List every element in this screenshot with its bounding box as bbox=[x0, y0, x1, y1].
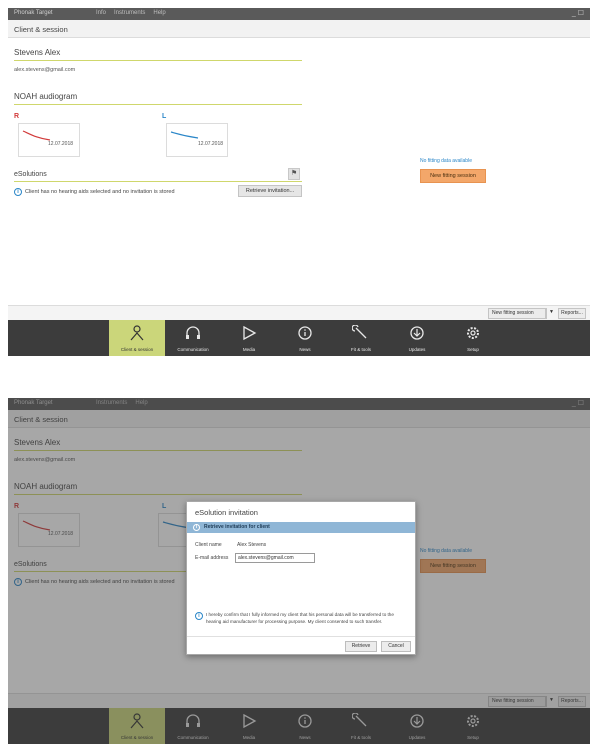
menu-bar: Info Instruments Help bbox=[96, 10, 166, 16]
headset-icon bbox=[186, 326, 200, 339]
left-audiogram-curve bbox=[170, 131, 199, 139]
right-audiogram-card[interactable] bbox=[18, 123, 80, 157]
esolutions-title: eSolutions bbox=[14, 171, 302, 182]
email-label: E-mail address bbox=[195, 555, 229, 561]
dialog-title: eSolution invitation bbox=[195, 508, 258, 517]
reports-button[interactable]: Reports... bbox=[558, 308, 586, 319]
page-title: Client & session bbox=[8, 20, 590, 38]
retrieve-invitation-button[interactable]: Retrieve invitation... bbox=[238, 185, 302, 197]
info-icon bbox=[298, 326, 312, 340]
menu-help[interactable]: Help bbox=[153, 10, 165, 16]
no-fitting-data-text: No fitting data available bbox=[420, 158, 472, 164]
client-name-label: Client name bbox=[195, 542, 222, 548]
screenshot-dialog: Phonak Target Instruments Help _ ☐ Clien… bbox=[8, 398, 590, 744]
download-icon bbox=[410, 326, 424, 340]
right-audiogram-date: 12.07.2018 bbox=[48, 141, 74, 147]
cancel-button[interactable]: Cancel bbox=[381, 641, 411, 652]
gear-icon bbox=[467, 327, 479, 339]
noah-title: NOAH audiogram bbox=[14, 92, 302, 105]
esolutions-person-icon[interactable]: ⚑ bbox=[288, 168, 300, 180]
menu-info[interactable]: Info bbox=[96, 10, 106, 16]
new-fitting-session-button[interactable]: New fitting session bbox=[420, 169, 486, 183]
nav-label: Updates bbox=[408, 347, 426, 352]
nav-setup[interactable]: Setup bbox=[445, 320, 501, 356]
left-audiogram-date: 12.07.2018 bbox=[198, 141, 224, 147]
nav-communication[interactable]: Communication bbox=[165, 320, 221, 356]
nav-label: Setup bbox=[467, 347, 479, 352]
client-name: Stevens Alex bbox=[14, 48, 302, 61]
app-title: Phonak Target bbox=[14, 10, 53, 16]
info-icon: i bbox=[195, 612, 203, 620]
tools-icon bbox=[352, 325, 367, 339]
play-icon bbox=[243, 325, 257, 341]
client-email: alex.stevens@gmail.com bbox=[14, 67, 76, 73]
nav-fit-tools[interactable]: Fit & tools bbox=[333, 320, 389, 356]
nav-label: Client & session bbox=[120, 347, 154, 352]
nav-media[interactable]: Media bbox=[221, 320, 277, 356]
dialog-divider bbox=[187, 636, 415, 637]
left-ear-icon: L bbox=[162, 113, 167, 120]
left-audiogram-card[interactable] bbox=[166, 123, 228, 157]
consent-text: I hereby confirm that I fully informed m… bbox=[206, 612, 394, 624]
right-ear-icon: R bbox=[14, 113, 20, 120]
nav-label: Fit & tools bbox=[350, 347, 371, 352]
nav-client-session[interactable]: Client & session bbox=[109, 320, 165, 356]
email-field[interactable]: alex.stevens@gmail.com bbox=[235, 553, 315, 563]
menu-instruments[interactable]: Instruments bbox=[114, 10, 145, 16]
new-fitting-session-split-button[interactable]: New fitting session bbox=[488, 308, 546, 319]
split-dropdown-arrow[interactable]: ▼ bbox=[546, 308, 556, 319]
status-bar: New fitting session ▼ Reports... bbox=[8, 305, 590, 320]
dialog-info-text: Retrieve invitation for client bbox=[204, 524, 270, 530]
nav-label: Communication bbox=[177, 347, 209, 352]
nav-label: Media bbox=[242, 347, 256, 352]
bottom-nav: Client & session Communication Media New… bbox=[8, 320, 590, 356]
dialog-info-bar: i Retrieve invitation for client bbox=[187, 522, 415, 533]
window-controls[interactable]: _ ☐ bbox=[572, 9, 584, 17]
nav-news[interactable]: News bbox=[277, 320, 333, 356]
client-name-value: Alex Stevens bbox=[237, 542, 267, 548]
nav-updates[interactable]: Updates bbox=[389, 320, 445, 356]
info-icon: i bbox=[193, 524, 200, 531]
esolution-invitation-dialog: eSolution invitation i Retrieve invitati… bbox=[186, 501, 416, 655]
nav-label: News bbox=[299, 347, 311, 352]
retrieve-button[interactable]: Retrieve bbox=[345, 641, 377, 652]
title-bar: Phonak Target Info Instruments Help _ ☐ bbox=[8, 8, 590, 20]
client-icon bbox=[130, 325, 144, 341]
info-icon: i bbox=[14, 188, 22, 196]
screenshot-main: Phonak Target Info Instruments Help _ ☐ … bbox=[8, 8, 590, 358]
esolutions-message: Client has no hearing aids selected and … bbox=[25, 189, 175, 195]
